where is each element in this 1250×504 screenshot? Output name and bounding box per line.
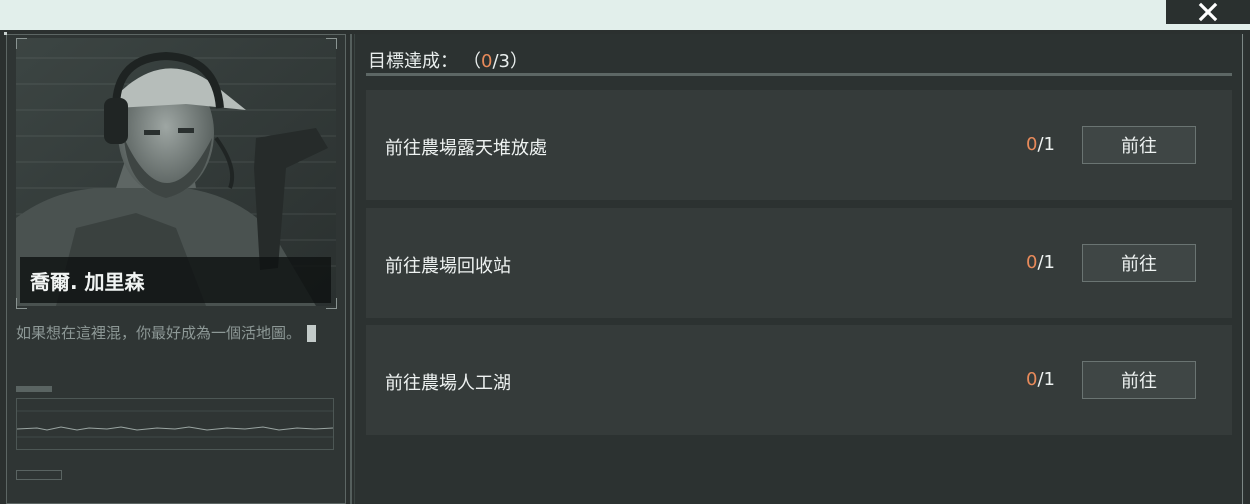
character-quote: 如果想在這裡混，你最好成為一個活地圖。 <box>16 320 331 346</box>
column-divider <box>350 34 352 504</box>
task-row: 前往農場回收站 0/1 前往 <box>366 208 1232 318</box>
task-row: 前往農場人工湖 0/1 前往 <box>366 325 1232 435</box>
go-button[interactable]: 前往 <box>1082 126 1196 164</box>
signal-footer <box>16 470 62 480</box>
objectives-underline <box>366 73 1232 76</box>
task-count: 0/1 <box>1026 252 1055 273</box>
task-label: 前往農場露天堆放處 <box>385 138 547 159</box>
objectives-done: 0 <box>481 51 493 72</box>
go-button[interactable]: 前往 <box>1082 361 1196 399</box>
task-count: 0/1 <box>1026 369 1055 390</box>
task-row: 前往農場露天堆放處 0/1 前往 <box>366 90 1232 200</box>
objectives-label: 目標達成： <box>368 51 458 72</box>
signal-label <box>16 386 52 392</box>
task-count: 0/1 <box>1026 134 1055 155</box>
go-button[interactable]: 前往 <box>1082 244 1196 282</box>
edge-line <box>1242 34 1243 504</box>
task-label: 前往農場回收站 <box>385 256 511 277</box>
text-cursor <box>307 325 317 342</box>
objectives-progress: （0/3） <box>472 51 528 72</box>
character-name: 喬爾. 加里森 <box>30 270 145 294</box>
close-icon <box>1198 2 1218 22</box>
signal-graph <box>16 398 334 450</box>
quote-text: 如果想在這裡混，你最好成為一個活地圖。 <box>16 324 302 342</box>
task-label: 前往農場人工湖 <box>385 373 511 394</box>
close-button[interactable] <box>1166 0 1250 24</box>
top-bar <box>0 0 1250 30</box>
objectives-title: 目標達成： （0/3） <box>368 47 528 73</box>
